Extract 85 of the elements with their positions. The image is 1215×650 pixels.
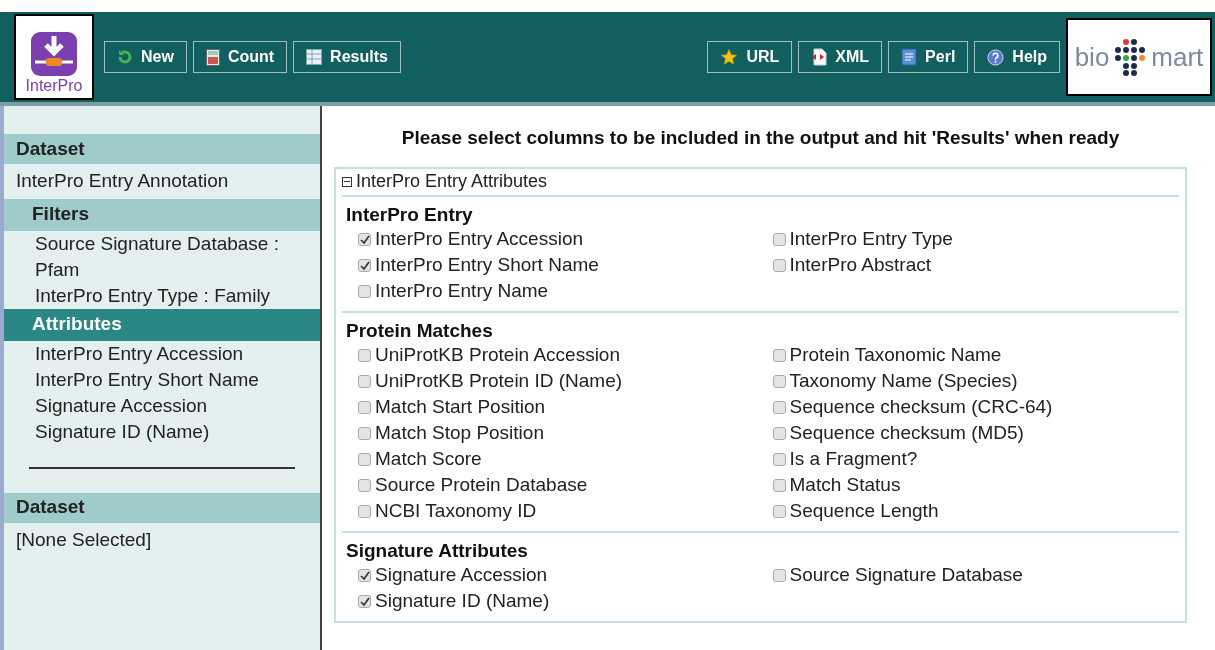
checkbox[interactable] [358,285,371,298]
checkbox[interactable] [358,259,371,272]
checkbox[interactable] [358,427,371,440]
check-icon [359,260,370,271]
checkbox[interactable] [772,401,786,414]
sidebar-item: InterPro Entry Short Name [34,367,260,392]
toolbar-button[interactable]: Perl [888,41,969,73]
calculator-icon [205,48,220,66]
checkbox-label: InterPro Entry Short Name [375,253,599,278]
check-icon [359,596,370,607]
toolbar-button[interactable]: Count [192,41,288,73]
checkbox-label: Signature Accession [375,563,548,588]
table-icon [306,49,323,65]
sidebar-item: InterPro Entry Annotation [15,169,230,193]
checkbox[interactable] [772,453,786,466]
checkbox-label: Is a Fragment? [789,447,918,472]
sidebar-item: Signature Accession [34,393,209,418]
checkbox-label: Source Protein Database [375,473,588,498]
checkbox[interactable] [358,233,371,246]
interpro-logo-icon [29,30,79,78]
panel-title[interactable]: InterPro Entry Attributes [342,168,1179,197]
toolbar-button[interactable]: XML [798,41,883,73]
checkbox-label: InterPro Entry Accession [375,227,584,252]
checkbox-label: Match Score [375,447,482,472]
checkbox-label: Signature ID (Name) [375,589,550,614]
checkbox-label: Taxonomy Name (Species) [789,369,1018,394]
group-title: Protein Matches [345,318,494,343]
checkbox-label: NCBI Taxonomy ID [375,499,537,524]
sidebar-item: InterPro Entry Type : Family [34,283,272,308]
sidebar-item: Signature ID (Name) [34,419,211,444]
checkbox[interactable] [772,349,786,362]
sidebar-item: Source Signature Database : Pfam [34,231,280,282]
logo-text: mart [1151,40,1204,74]
checkbox[interactable] [358,569,371,582]
logo-text: bio [1074,40,1110,74]
logo-text: InterPro [25,78,83,94]
script-icon [901,48,918,66]
checkbox-label: Sequence checksum (CRC-64) [789,395,1053,420]
checkbox[interactable] [772,479,786,492]
page-heading: Please select columns to be included in the output and hit 'Results' when ready [400,126,1121,150]
checkbox-label: InterPro Entry Type [789,227,953,252]
sidebar-subheader[interactable]: Attributes [4,308,320,341]
checkbox[interactable] [358,505,371,518]
group-title: InterPro Entry [345,202,474,227]
sidebar-item: InterPro Entry Accession [34,341,245,366]
sidebar-header: Dataset [4,134,320,164]
checkbox[interactable] [772,375,786,388]
sidebar-subheader[interactable]: Filters [4,198,320,231]
checkbox-label: Source Signature Database [789,563,1023,588]
group-title: Signature Attributes [345,538,529,563]
checkbox-label: InterPro Abstract [789,253,931,278]
checkbox[interactable] [358,595,371,608]
checkbox[interactable] [358,349,371,362]
checkbox[interactable] [772,427,786,440]
checkbox-label: Match Start Position [375,395,546,420]
help-icon [987,48,1005,66]
check-icon [359,570,370,581]
checkbox[interactable] [358,401,371,414]
check-icon [359,234,370,245]
checkbox[interactable] [358,479,371,492]
sidebar-item: [None Selected] [15,527,153,552]
checkbox-label: UniProtKB Protein Accession [375,343,620,368]
checkbox-label: Sequence Length [789,499,939,524]
checkbox[interactable] [772,233,786,246]
checkbox-label: InterPro Entry Name [375,279,549,304]
checkbox[interactable] [358,453,371,466]
star-icon [720,48,739,66]
checkbox-label: UniProtKB Protein ID (Name) [375,369,623,394]
checkbox[interactable] [772,259,786,272]
panel-title-text: InterPro Entry Attributes [356,170,548,193]
checkbox[interactable] [358,375,371,388]
checkbox[interactable] [772,569,786,582]
collapse-icon[interactable] [342,176,352,187]
document-icon [811,48,828,66]
toolbar-button[interactable]: New [104,41,187,73]
sidebar-header: Dataset [4,492,320,523]
checkbox-label: Sequence checksum (MD5) [789,421,1024,446]
checkbox[interactable] [772,505,786,518]
checkbox-label: Match Status [789,473,901,498]
toolbar-button[interactable]: URL [707,41,793,73]
checkbox-label: Protein Taxonomic Name [789,343,1002,368]
toolbar-button[interactable]: Results [293,41,401,73]
checkbox-label: Match Stop Position [375,421,544,446]
toolbar-button[interactable]: Help [974,41,1060,73]
refresh-icon [117,49,133,65]
